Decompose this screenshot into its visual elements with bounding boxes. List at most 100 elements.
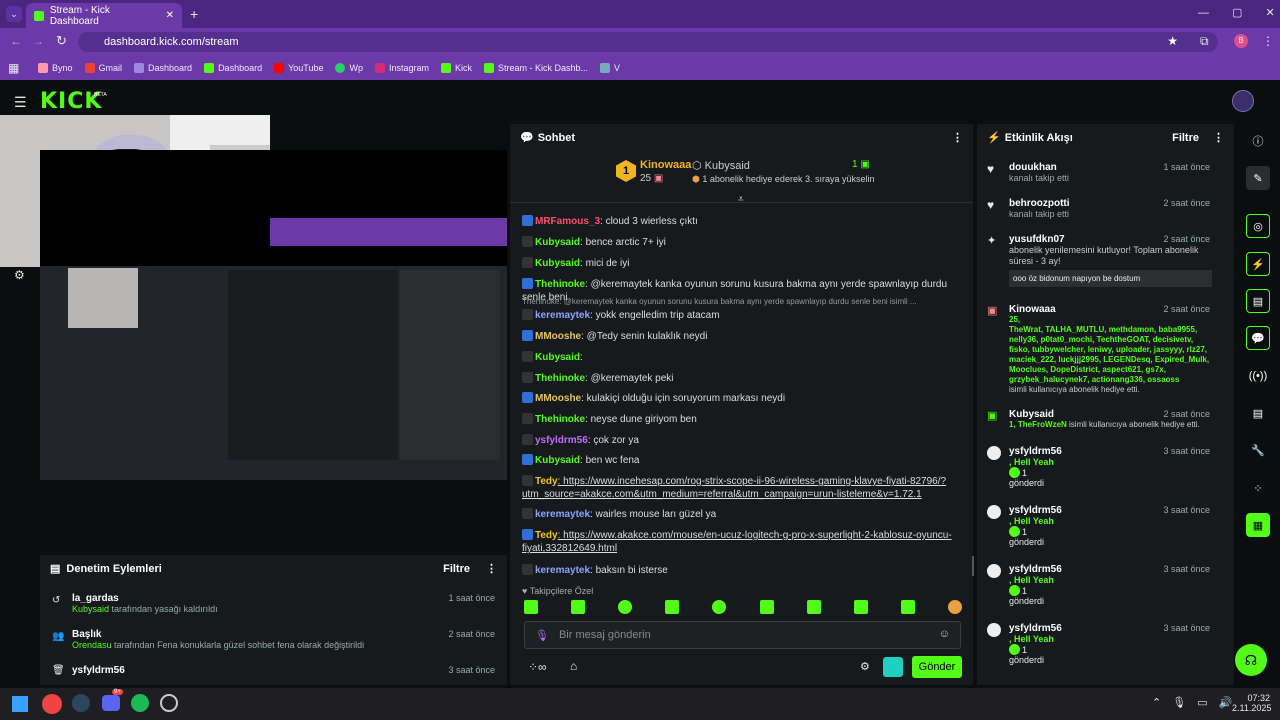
chat-input[interactable]: 🎙 Bir mesaj gönderin ☺ — [524, 621, 961, 649]
app-icon[interactable]: ▦ — [1246, 513, 1270, 537]
user-avatar[interactable] — [1232, 90, 1254, 112]
chat-username[interactable]: Kubysaid — [535, 352, 580, 363]
obs-icon[interactable] — [160, 694, 178, 712]
badge-icon — [522, 475, 533, 486]
send-button[interactable]: Gönder — [912, 656, 962, 678]
close-tab-icon[interactable]: ✕ — [166, 10, 174, 21]
chat-username[interactable]: Tedy — [535, 476, 558, 487]
store-icon[interactable]: ⌂ — [570, 659, 577, 673]
chat-username[interactable]: ysfyldrm56 — [535, 435, 588, 446]
emote-icon[interactable] — [853, 600, 868, 614]
chat-icon[interactable]: 💬 — [1246, 326, 1270, 350]
window-controls[interactable]: — ▢ ✕ — [1198, 6, 1275, 19]
steam-icon[interactable] — [72, 694, 90, 712]
emote-icon[interactable] — [712, 600, 727, 614]
chat-username[interactable]: Tedy — [535, 530, 558, 541]
clip-icon[interactable] — [883, 657, 903, 677]
chat-text[interactable]: : https://www.incehesap.com/rog-strix-sc… — [522, 476, 946, 500]
back-icon[interactable]: ← — [10, 34, 22, 48]
spotify-icon[interactable] — [131, 694, 149, 712]
settings-gear-icon[interactable]: ⚙ — [14, 268, 25, 282]
chat-username[interactable]: Thehinoke — [535, 279, 585, 290]
hamburger-menu-icon[interactable]: ☰ — [14, 94, 27, 111]
bookmark-whatsapp[interactable]: Wp — [335, 63, 363, 73]
emote-icon[interactable] — [524, 600, 538, 614]
mic-icon[interactable]: 🎙 — [535, 629, 549, 642]
reload-icon[interactable]: ↻ — [56, 33, 67, 49]
menu-icon[interactable]: ⋮ — [1262, 34, 1274, 48]
activity-item: ♥ behroozpotti kanalı takip etti 2 saat ön… — [987, 198, 1210, 219]
points-icon[interactable]: ⁘∞ — [528, 660, 547, 674]
bookmark-byno[interactable]: Byno — [38, 63, 73, 73]
bolt-icon[interactable]: ⚡ — [1246, 252, 1270, 276]
users-icon[interactable]: ⁘ — [1246, 476, 1270, 500]
wrench-icon[interactable]: 🔧 — [1246, 438, 1270, 462]
emote-icon[interactable] — [759, 600, 774, 614]
chat-username[interactable]: Thehinoke — [535, 414, 585, 425]
chat-username[interactable]: MMooshe — [535, 331, 581, 342]
activity-more-icon[interactable]: ⋮ — [1213, 132, 1224, 144]
emote-icon[interactable] — [947, 600, 962, 614]
chat-username[interactable]: MMooshe — [535, 393, 581, 404]
chat-settings-icon[interactable]: ⚙ — [860, 660, 870, 673]
pin-icon[interactable]: ⩡ — [738, 194, 744, 205]
emote-icon[interactable] — [618, 600, 633, 614]
chat-username[interactable]: keremaytek — [535, 509, 590, 520]
emoji-icon[interactable]: ☺ — [939, 628, 950, 640]
chat-placeholder: Bir mesaj gönderin — [558, 629, 651, 641]
chat-username[interactable]: keremaytek — [535, 565, 590, 576]
chat-text[interactable]: : https://www.akakce.com/mouse/en-ucuz-l… — [522, 530, 952, 554]
forward-icon[interactable]: → — [32, 34, 44, 48]
emote-icon[interactable] — [571, 600, 586, 614]
activity-item: ♥ douukhan kanalı takip etti 1 saat önce — [987, 162, 1210, 183]
undo-icon: ↺ — [52, 595, 61, 606]
info-icon[interactable]: ⓘ — [1246, 129, 1270, 153]
chat-username[interactable]: Kubysaid — [535, 455, 580, 466]
system-tray[interactable]: ⌃ 🎙 ▭ 🔊 — [1152, 696, 1232, 709]
kick-coin-icon — [987, 564, 1001, 578]
chat-scrollbar[interactable] — [972, 556, 974, 576]
bookmark-stream[interactable]: Stream - Kick Dashb... — [484, 63, 588, 73]
chat-text: : ben wc fena — [580, 455, 640, 466]
list-icon[interactable]: ▤ — [1246, 289, 1270, 313]
broadcast-icon[interactable]: ((•)) — [1246, 364, 1270, 388]
gift-icon: ▣ — [987, 305, 998, 317]
discord-icon[interactable] — [102, 695, 120, 711]
profile-avatar[interactable]: B — [1234, 34, 1248, 48]
bookmark-dashboard-2[interactable]: Dashboard — [204, 63, 262, 73]
browser-tab[interactable]: Stream - Kick Dashboard ✕ — [26, 3, 182, 28]
chat-username[interactable]: keremaytek — [535, 310, 590, 321]
url-field[interactable]: dashboard.kick.com/stream ★ — [78, 32, 1218, 52]
bookmark-kick[interactable]: Kick — [441, 63, 472, 73]
support-icon[interactable]: ☊ — [1235, 644, 1267, 676]
top-gifter-name[interactable]: Kinowaaa — [640, 159, 691, 171]
camera-icon[interactable]: ◎ — [1246, 214, 1270, 238]
emote-icon[interactable] — [806, 600, 821, 614]
moderation-filter-button[interactable]: Filtre — [443, 563, 470, 575]
bookmark-gmail[interactable]: Gmail — [84, 63, 122, 73]
bookmark-instagram[interactable]: Instagram — [374, 63, 429, 73]
chat-message: Kubysaid: mici de iyi — [522, 257, 962, 270]
edit-icon[interactable]: ✎ — [1246, 166, 1270, 190]
chat-username[interactable]: Kubysaid — [535, 258, 580, 269]
bookmark-v[interactable]: V — [600, 63, 620, 73]
windows-start-icon[interactable] — [12, 696, 28, 712]
activity-filter-button[interactable]: Filtre — [1172, 132, 1199, 144]
bookmark-star-icon[interactable]: ★ — [1167, 34, 1178, 48]
layout-icon[interactable]: ▤ — [1246, 401, 1270, 425]
chat-more-icon[interactable]: ⋮ — [952, 131, 963, 144]
chat-username[interactable]: Kubysaid — [535, 237, 580, 248]
tab-list-button[interactable]: ⌄ — [6, 6, 22, 22]
bookmark-youtube[interactable]: YouTube — [274, 63, 323, 73]
chat-username[interactable]: MRFamous_3 — [535, 216, 600, 227]
chrome-icon[interactable] — [42, 694, 62, 714]
bookmark-dashboard[interactable]: Dashboard — [134, 63, 192, 73]
extensions-icon[interactable]: ⧉ — [1200, 34, 1209, 49]
emote-icon[interactable] — [665, 600, 680, 614]
badge-icon — [522, 413, 533, 424]
emote-icon[interactable] — [900, 600, 915, 614]
apps-grid-icon[interactable]: ▦ — [8, 61, 19, 75]
chat-username[interactable]: Thehinoke — [535, 373, 585, 384]
moderation-more-icon[interactable]: ⋮ — [486, 563, 497, 575]
new-tab-button[interactable]: + — [190, 6, 198, 22]
